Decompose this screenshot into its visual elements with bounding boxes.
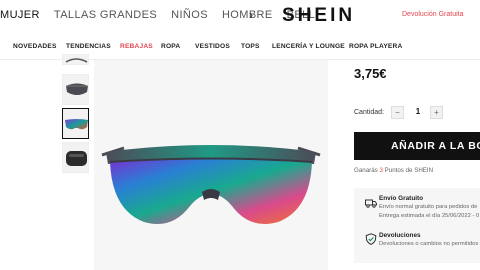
nav-item-hombre[interactable]: HOMBRE bbox=[222, 9, 273, 21]
cat-lenceria-lounge[interactable]: LENCERÍA Y LOUNGE bbox=[272, 43, 345, 50]
nav-item-ninos[interactable]: NIÑOS bbox=[171, 9, 208, 21]
cat-rebajas[interactable]: REBAJAS bbox=[120, 43, 153, 50]
thumbnail-active[interactable] bbox=[62, 108, 89, 139]
quantity-value[interactable]: 1 bbox=[412, 107, 424, 116]
thumbnail[interactable] bbox=[62, 74, 89, 105]
free-returns-link[interactable]: Devolución Gratuita bbox=[402, 11, 463, 18]
shipping-title: Envío Gratuito bbox=[379, 195, 424, 202]
add-to-bag-button[interactable]: AÑADIR A LA BOLSA bbox=[354, 132, 480, 160]
thumbnail[interactable] bbox=[62, 142, 89, 173]
product-price: 3,75€ bbox=[354, 66, 387, 81]
shield-check-icon bbox=[365, 233, 377, 245]
truck-icon bbox=[365, 199, 377, 208]
returns-info-box: Devoluciones Devoluciones o cambios no p… bbox=[354, 227, 480, 263]
top-bar: MUJER TALLAS GRANDES NIÑOS HOMBRE BELLI … bbox=[0, 0, 480, 34]
thumbnail[interactable] bbox=[62, 54, 89, 65]
shein-logo[interactable]: SHEIN bbox=[282, 5, 355, 27]
reward-points-text: Ganarás 3 Puntos de SHEIN bbox=[354, 167, 434, 174]
shipping-line-2: Entrega estimada el día 25/06/2022 - 0 bbox=[379, 213, 480, 219]
cat-vestidos[interactable]: VESTIDOS bbox=[195, 43, 230, 50]
returns-title: Devoluciones bbox=[379, 232, 421, 239]
shipping-line-1: Envío normal gratuito para pedidos de bbox=[379, 204, 478, 210]
nav-item-tallas-grandes[interactable]: TALLAS GRANDES bbox=[54, 9, 157, 21]
quantity-decrease-button[interactable]: − bbox=[391, 106, 404, 119]
cat-tendencias[interactable]: TENDENCIAS bbox=[66, 43, 111, 50]
cat-ropa-playera[interactable]: ROPA PLAYERA bbox=[349, 43, 402, 50]
product-main-image[interactable] bbox=[94, 60, 328, 270]
cat-tops[interactable]: TOPS bbox=[241, 43, 260, 50]
cat-novedades[interactable]: NOVEDADES bbox=[13, 43, 57, 50]
returns-line-1: Devoluciones o cambios no permitidos bbox=[379, 241, 479, 247]
quantity-label: Cantidad: bbox=[354, 109, 384, 116]
nav-item-mujer[interactable]: MUJER bbox=[0, 9, 40, 21]
chevron-right-icon[interactable]: › bbox=[249, 8, 253, 22]
quantity-increase-button[interactable]: + bbox=[430, 106, 443, 119]
sunglasses-image bbox=[101, 145, 321, 224]
shipping-info-box: Envío Gratuito Envío normal gratuito par… bbox=[354, 188, 480, 230]
cat-ropa[interactable]: ROPA bbox=[161, 43, 180, 50]
